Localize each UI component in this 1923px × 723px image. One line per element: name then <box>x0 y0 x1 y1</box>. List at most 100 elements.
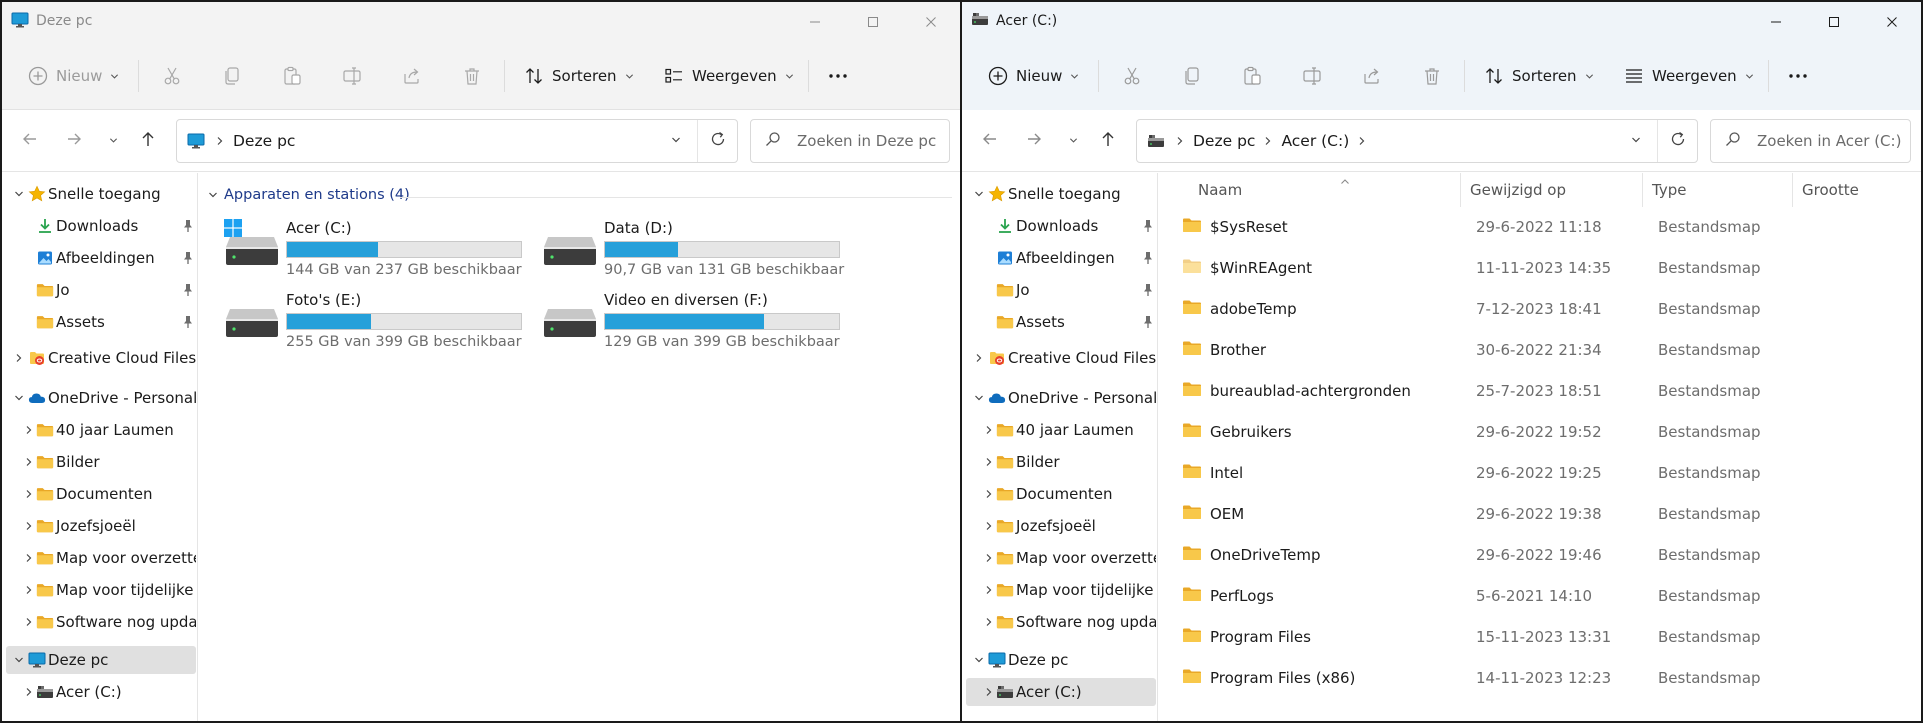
close-button[interactable] <box>902 2 960 42</box>
address-bar[interactable]: Deze pc <box>176 119 738 163</box>
recent-locations-button[interactable] <box>1066 129 1080 153</box>
more-options-button[interactable] <box>1788 56 1808 96</box>
back-button[interactable] <box>18 129 42 153</box>
chevron-down-icon[interactable] <box>972 187 986 201</box>
chevron-down-icon[interactable] <box>12 187 26 201</box>
chevron-right-icon[interactable] <box>982 551 996 565</box>
nav-item-onedrive-folder[interactable]: 40 jaar Laumen <box>966 416 1156 444</box>
maximize-button[interactable] <box>844 2 902 42</box>
file-row[interactable]: PerfLogs 5-6-2021 14:10 Bestandsmap <box>1160 576 1920 617</box>
delete-button[interactable] <box>462 56 482 96</box>
nav-onedrive[interactable]: OneDrive - Personal <box>6 384 196 412</box>
chevron-down-icon[interactable] <box>12 653 26 667</box>
drive-tile[interactable]: Video en diversen (F:) 129 GB van 399 GB … <box>542 289 852 350</box>
chevron-down-icon[interactable] <box>12 391 26 405</box>
close-button[interactable] <box>1863 2 1921 42</box>
column-divider[interactable] <box>1460 173 1461 207</box>
chevron-right-icon[interactable] <box>22 423 36 437</box>
pin-icon[interactable] <box>182 251 194 265</box>
sort-button[interactable]: Sorteren <box>1484 56 1594 96</box>
up-button[interactable] <box>1096 129 1120 153</box>
up-button[interactable] <box>136 129 160 153</box>
nav-quick-access[interactable]: Snelle toegang <box>966 180 1156 208</box>
rename-button[interactable] <box>342 56 362 96</box>
nav-item-onedrive-folder[interactable]: Software nog upda <box>6 608 196 636</box>
chevron-down-icon[interactable] <box>972 653 986 667</box>
chevron-right-icon[interactable] <box>12 351 26 365</box>
search-input[interactable]: Zoeken in Acer (C:) <box>1710 119 1911 163</box>
pin-icon[interactable] <box>182 283 194 297</box>
breadcrumb-item[interactable]: Acer (C:) <box>1281 132 1349 150</box>
column-divider[interactable] <box>1642 173 1643 207</box>
column-divider[interactable] <box>1792 173 1793 207</box>
file-row[interactable]: Intel 29-6-2022 19:25 Bestandsmap <box>1160 453 1920 494</box>
nav-this-pc[interactable]: Deze pc <box>966 646 1156 674</box>
nav-item-onedrive-folder[interactable]: 40 jaar Laumen <box>6 416 196 444</box>
file-row[interactable]: OEM 29-6-2022 19:38 Bestandsmap <box>1160 494 1920 535</box>
maximize-button[interactable] <box>1805 2 1863 42</box>
view-button[interactable]: Weergeven <box>664 56 794 96</box>
nav-item-pinned[interactable]: Jo <box>966 276 1156 304</box>
chevron-right-icon[interactable] <box>22 551 36 565</box>
nav-item-onedrive-folder[interactable]: Map voor overzette <box>966 544 1156 572</box>
nav-item-onedrive-folder[interactable]: Software nog upda <box>966 608 1156 636</box>
breadcrumb-item[interactable]: Deze pc <box>1193 132 1255 150</box>
chevron-right-icon[interactable] <box>982 583 996 597</box>
col-header-type[interactable]: Type <box>1652 173 1686 207</box>
share-button[interactable] <box>402 56 422 96</box>
pin-icon[interactable] <box>1142 283 1154 297</box>
file-row[interactable]: Program Files 15-11-2023 13:31 Bestandsmap <box>1160 617 1920 658</box>
nav-this-pc[interactable]: Deze pc <box>6 646 196 674</box>
pin-icon[interactable] <box>182 315 194 329</box>
chevron-right-icon[interactable] <box>982 519 996 533</box>
pin-icon[interactable] <box>1142 251 1154 265</box>
delete-button[interactable] <box>1422 56 1442 96</box>
file-row[interactable]: Brother 30-6-2022 21:34 Bestandsmap <box>1160 330 1920 371</box>
file-row[interactable]: $SysReset 29-6-2022 11:18 Bestandsmap <box>1160 207 1920 248</box>
new-button[interactable]: Nieuw <box>28 56 119 96</box>
breadcrumb-item[interactable]: Deze pc <box>233 132 295 150</box>
col-header-size[interactable]: Grootte <box>1802 173 1859 207</box>
nav-item-pinned[interactable]: Assets <box>966 308 1156 336</box>
copy-button[interactable] <box>1182 56 1202 96</box>
nav-item-onedrive-folder[interactable]: Map voor overzette <box>6 544 196 572</box>
nav-item-onedrive-folder[interactable]: Documenten <box>6 480 196 508</box>
nav-item-pinned[interactable]: Jo <box>6 276 196 304</box>
file-row[interactable]: bureaublad-achtergronden 25-7-2023 18:51 B… <box>1160 371 1920 412</box>
nav-item-onedrive-folder[interactable]: Jozefsjoeël <box>6 512 196 540</box>
nav-item-onedrive-folder[interactable]: Documenten <box>966 480 1156 508</box>
drive-tile[interactable]: Foto's (E:) 255 GB van 399 GB beschikbaar <box>224 289 534 350</box>
nav-quick-access[interactable]: Snelle toegang <box>6 180 196 208</box>
chevron-right-icon[interactable] <box>982 423 996 437</box>
cut-button[interactable] <box>162 56 182 96</box>
chevron-right-icon[interactable] <box>22 519 36 533</box>
refresh-button[interactable] <box>1657 120 1697 162</box>
forward-button[interactable] <box>62 129 86 153</box>
group-header[interactable]: Apparaten en stations (4) <box>208 187 410 203</box>
nav-item-onedrive-folder[interactable]: Map voor tijdelijke <box>6 576 196 604</box>
pin-icon[interactable] <box>1142 315 1154 329</box>
minimize-button[interactable] <box>1747 2 1805 42</box>
nav-item-onedrive-folder[interactable]: Jozefsjoeël <box>966 512 1156 540</box>
paste-button[interactable] <box>282 56 302 96</box>
copy-button[interactable] <box>222 56 242 96</box>
chevron-right-icon[interactable] <box>22 455 36 469</box>
file-row[interactable]: Program Files (x86) 14-11-2023 12:23 Besta… <box>1160 658 1920 699</box>
col-header-name[interactable]: Naam <box>1198 173 1242 207</box>
nav-item-onedrive-folder[interactable]: Bilder <box>966 448 1156 476</box>
chevron-right-icon[interactable] <box>972 351 986 365</box>
nav-item-onedrive-folder[interactable]: Bilder <box>6 448 196 476</box>
file-row[interactable]: Gebruikers 29-6-2022 19:52 Bestandsmap <box>1160 412 1920 453</box>
nav-item-pinned[interactable]: Assets <box>6 308 196 336</box>
nav-onedrive[interactable]: OneDrive - Personal <box>966 384 1156 412</box>
nav-drive-c[interactable]: Acer (C:) <box>6 678 196 706</box>
chevron-right-icon[interactable] <box>982 615 996 629</box>
address-dropdown-button[interactable] <box>1621 120 1651 162</box>
recent-locations-button[interactable] <box>106 129 120 153</box>
file-row[interactable]: OneDriveTemp 29-6-2022 19:46 Bestandsmap <box>1160 535 1920 576</box>
share-button[interactable] <box>1362 56 1382 96</box>
paste-button[interactable] <box>1242 56 1262 96</box>
forward-button[interactable] <box>1022 129 1046 153</box>
title-bar[interactable]: Deze pc <box>2 2 960 42</box>
address-dropdown-button[interactable] <box>661 120 691 162</box>
